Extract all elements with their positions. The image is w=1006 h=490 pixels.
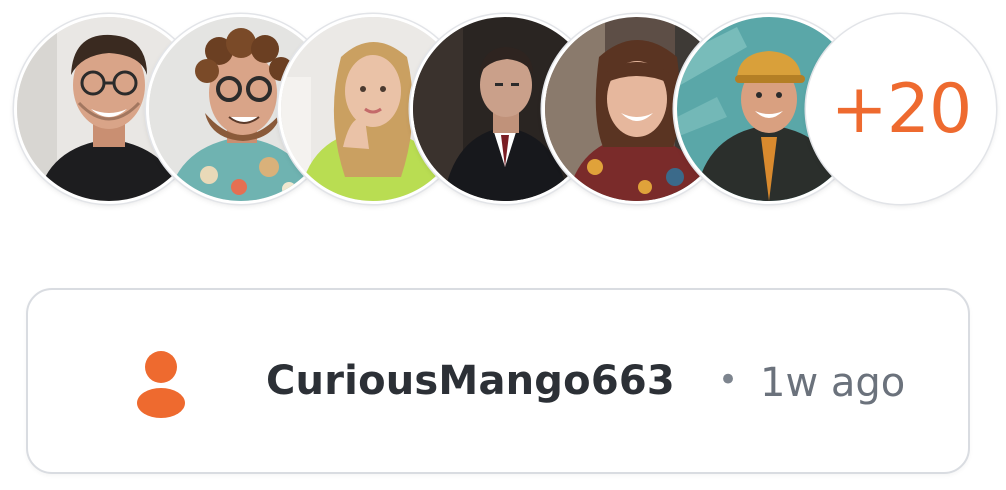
- timestamp: 1w ago: [760, 360, 906, 406]
- user-icon: [137, 351, 185, 418]
- overflow-count: +20: [830, 69, 973, 149]
- overflow-count-badge[interactable]: +20: [806, 14, 996, 204]
- avatar-group: +20: [0, 0, 1006, 220]
- post-meta-card: CuriousMango663 • 1w ago: [26, 288, 970, 474]
- username[interactable]: CuriousMango663: [266, 358, 675, 404]
- separator-dot: •: [718, 360, 739, 400]
